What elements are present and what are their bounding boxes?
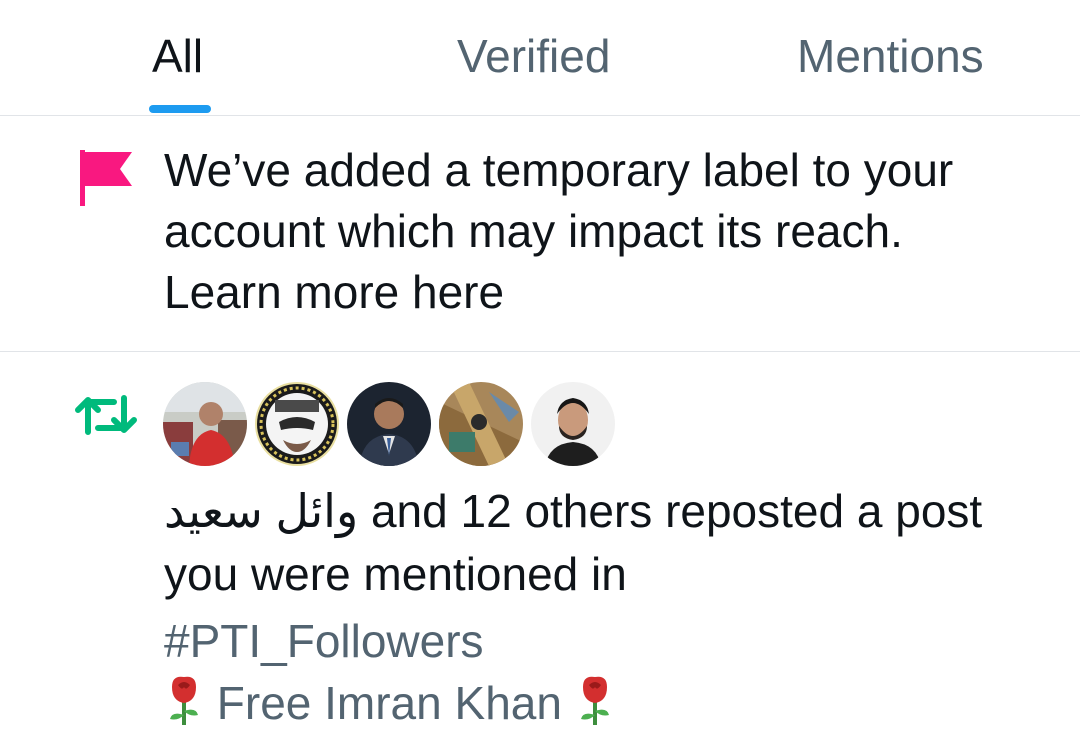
notice-line-1: We’ve added a temporary label to your <box>164 144 954 196</box>
avatar[interactable] <box>255 382 339 466</box>
learn-more-link[interactable]: Learn more here <box>164 262 1044 323</box>
post-text: Free Imran Khan <box>216 677 562 729</box>
post-preview[interactable]: #PTI_Followers Free Imran Khan <box>164 610 1044 734</box>
notification-tabs: All Verified Mentions <box>0 0 1080 116</box>
avatar[interactable] <box>347 382 431 466</box>
avatar[interactable] <box>531 382 615 466</box>
tab-verified[interactable]: Verified <box>457 28 610 116</box>
repost-summary-line-2: you were mentioned in <box>164 548 627 600</box>
hashtag-link[interactable]: #PTI_Followers <box>164 610 1044 672</box>
rose-emoji-icon <box>580 676 609 725</box>
repost-activity-text[interactable]: وائل سعيد and 12 others reposted a post … <box>164 480 1044 606</box>
tab-all[interactable]: All <box>152 28 203 116</box>
flag-icon <box>80 150 132 206</box>
active-tab-indicator <box>149 105 211 113</box>
rose-emoji-icon <box>170 676 198 725</box>
repost-icon <box>75 395 137 435</box>
tab-mentions[interactable]: Mentions <box>797 28 984 116</box>
repost-summary-line-1: and 12 others reposted a post <box>370 485 983 537</box>
notice-text: We’ve added a temporary label to your ac… <box>164 140 1044 323</box>
notice-line-2: account which may impact its reach. <box>164 205 903 257</box>
avatar[interactable] <box>163 382 247 466</box>
avatar[interactable] <box>439 382 523 466</box>
reposter-name[interactable]: وائل سعيد <box>164 485 358 537</box>
